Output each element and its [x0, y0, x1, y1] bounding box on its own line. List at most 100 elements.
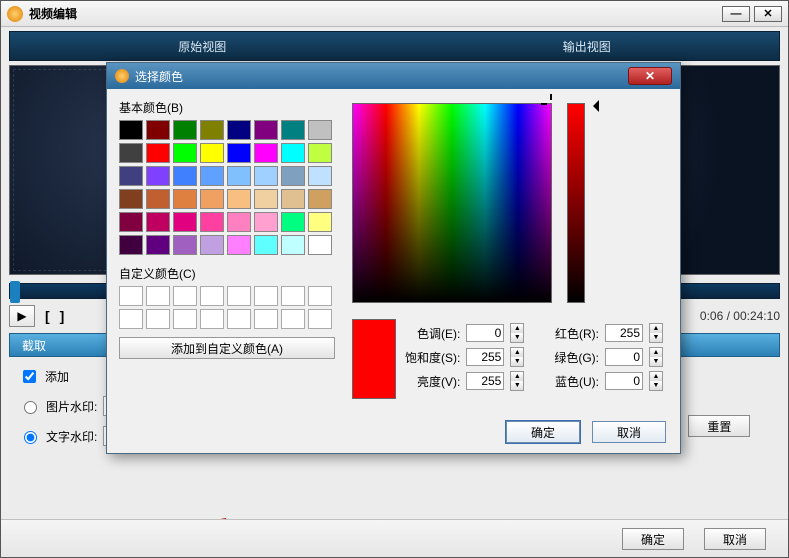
basic-swatch[interactable] [146, 212, 170, 232]
custom-swatch[interactable] [119, 309, 143, 329]
hue-stepper[interactable]: ▲▼ [510, 323, 524, 343]
basic-swatch[interactable] [146, 120, 170, 140]
text-watermark-radio[interactable] [24, 431, 37, 444]
basic-swatch[interactable] [227, 189, 251, 209]
dialog-cancel-button[interactable]: 取消 [592, 421, 666, 443]
play-button[interactable]: ▶ [9, 305, 35, 327]
basic-swatch[interactable] [200, 235, 224, 255]
basic-swatch[interactable] [200, 143, 224, 163]
basic-swatch[interactable] [146, 143, 170, 163]
basic-swatch[interactable] [173, 120, 197, 140]
basic-swatch[interactable] [200, 189, 224, 209]
tab-original[interactable]: 原始视图 [10, 32, 395, 60]
custom-swatch[interactable] [146, 286, 170, 306]
basic-swatch[interactable] [281, 120, 305, 140]
mark-in-icon[interactable]: [ [45, 308, 50, 324]
sat-label: 饱和度(S): [405, 349, 460, 366]
custom-swatch[interactable] [173, 286, 197, 306]
gradient-crosshair[interactable] [549, 102, 553, 106]
red-stepper[interactable]: ▲▼ [649, 323, 663, 343]
basic-swatch[interactable] [200, 166, 224, 186]
custom-swatch[interactable] [227, 309, 251, 329]
basic-swatch[interactable] [281, 189, 305, 209]
green-stepper[interactable]: ▲▼ [649, 347, 663, 367]
basic-swatch[interactable] [281, 212, 305, 232]
custom-swatch[interactable] [146, 309, 170, 329]
basic-swatch[interactable] [146, 189, 170, 209]
basic-swatch[interactable] [254, 143, 278, 163]
basic-swatch[interactable] [119, 212, 143, 232]
custom-swatch[interactable] [119, 286, 143, 306]
dialog-ok-button[interactable]: 确定 [506, 421, 580, 443]
basic-swatch[interactable] [119, 235, 143, 255]
dialog-close-button[interactable]: ✕ [628, 67, 672, 85]
basic-swatch[interactable] [281, 166, 305, 186]
main-cancel-button[interactable]: 取消 [704, 528, 766, 550]
custom-swatch[interactable] [308, 309, 332, 329]
minimize-button[interactable]: — [722, 6, 750, 22]
basic-swatch[interactable] [173, 143, 197, 163]
playhead-handle[interactable] [10, 281, 20, 303]
custom-swatch[interactable] [254, 309, 278, 329]
basic-swatch[interactable] [281, 143, 305, 163]
custom-swatch[interactable] [227, 286, 251, 306]
basic-swatch[interactable] [227, 235, 251, 255]
close-button[interactable]: ✕ [754, 6, 782, 22]
basic-swatch[interactable] [308, 189, 332, 209]
custom-swatch[interactable] [200, 286, 224, 306]
main-ok-button[interactable]: 确定 [622, 528, 684, 550]
pic-watermark-radio[interactable] [24, 401, 37, 414]
basic-swatch[interactable] [146, 235, 170, 255]
basic-swatch[interactable] [173, 189, 197, 209]
custom-swatch[interactable] [281, 286, 305, 306]
basic-swatch[interactable] [173, 235, 197, 255]
basic-swatch[interactable] [200, 212, 224, 232]
hue-input[interactable] [466, 324, 504, 342]
value-strip[interactable] [567, 103, 585, 303]
basic-swatch[interactable] [254, 189, 278, 209]
color-gradient-field[interactable] [352, 103, 552, 303]
mark-out-icon[interactable]: ] [60, 308, 65, 324]
value-arrow-icon[interactable] [587, 100, 599, 112]
basic-swatch[interactable] [227, 212, 251, 232]
custom-swatch[interactable] [308, 286, 332, 306]
basic-swatch[interactable] [227, 166, 251, 186]
basic-swatch[interactable] [308, 143, 332, 163]
basic-swatch[interactable] [119, 120, 143, 140]
basic-swatch[interactable] [254, 166, 278, 186]
color-preview-swatch [352, 319, 396, 399]
basic-swatch[interactable] [254, 120, 278, 140]
basic-swatch[interactable] [227, 143, 251, 163]
custom-swatch[interactable] [200, 309, 224, 329]
basic-swatch[interactable] [308, 166, 332, 186]
basic-swatch[interactable] [308, 212, 332, 232]
val-input[interactable] [466, 372, 504, 390]
blue-input[interactable] [605, 372, 643, 390]
basic-swatch[interactable] [119, 143, 143, 163]
basic-swatch[interactable] [200, 120, 224, 140]
tab-output[interactable]: 输出视图 [395, 32, 780, 60]
val-stepper[interactable]: ▲▼ [510, 371, 524, 391]
add-to-custom-button[interactable]: 添加到自定义颜色(A) [119, 337, 335, 359]
basic-swatch[interactable] [254, 212, 278, 232]
blue-stepper[interactable]: ▲▼ [649, 371, 663, 391]
basic-swatch[interactable] [308, 120, 332, 140]
basic-swatch[interactable] [173, 166, 197, 186]
basic-swatch[interactable] [146, 166, 170, 186]
basic-swatch[interactable] [173, 212, 197, 232]
basic-swatch[interactable] [119, 189, 143, 209]
custom-swatch[interactable] [254, 286, 278, 306]
basic-swatch[interactable] [308, 235, 332, 255]
custom-swatch[interactable] [173, 309, 197, 329]
red-input[interactable] [605, 324, 643, 342]
basic-swatch[interactable] [254, 235, 278, 255]
green-input[interactable] [605, 348, 643, 366]
basic-swatch[interactable] [281, 235, 305, 255]
basic-swatch[interactable] [119, 166, 143, 186]
custom-swatch[interactable] [281, 309, 305, 329]
add-watermark-checkbox[interactable] [23, 370, 36, 383]
reset-button[interactable]: 重置 [688, 415, 750, 437]
basic-swatch[interactable] [227, 120, 251, 140]
sat-stepper[interactable]: ▲▼ [510, 347, 524, 367]
sat-input[interactable] [466, 348, 504, 366]
